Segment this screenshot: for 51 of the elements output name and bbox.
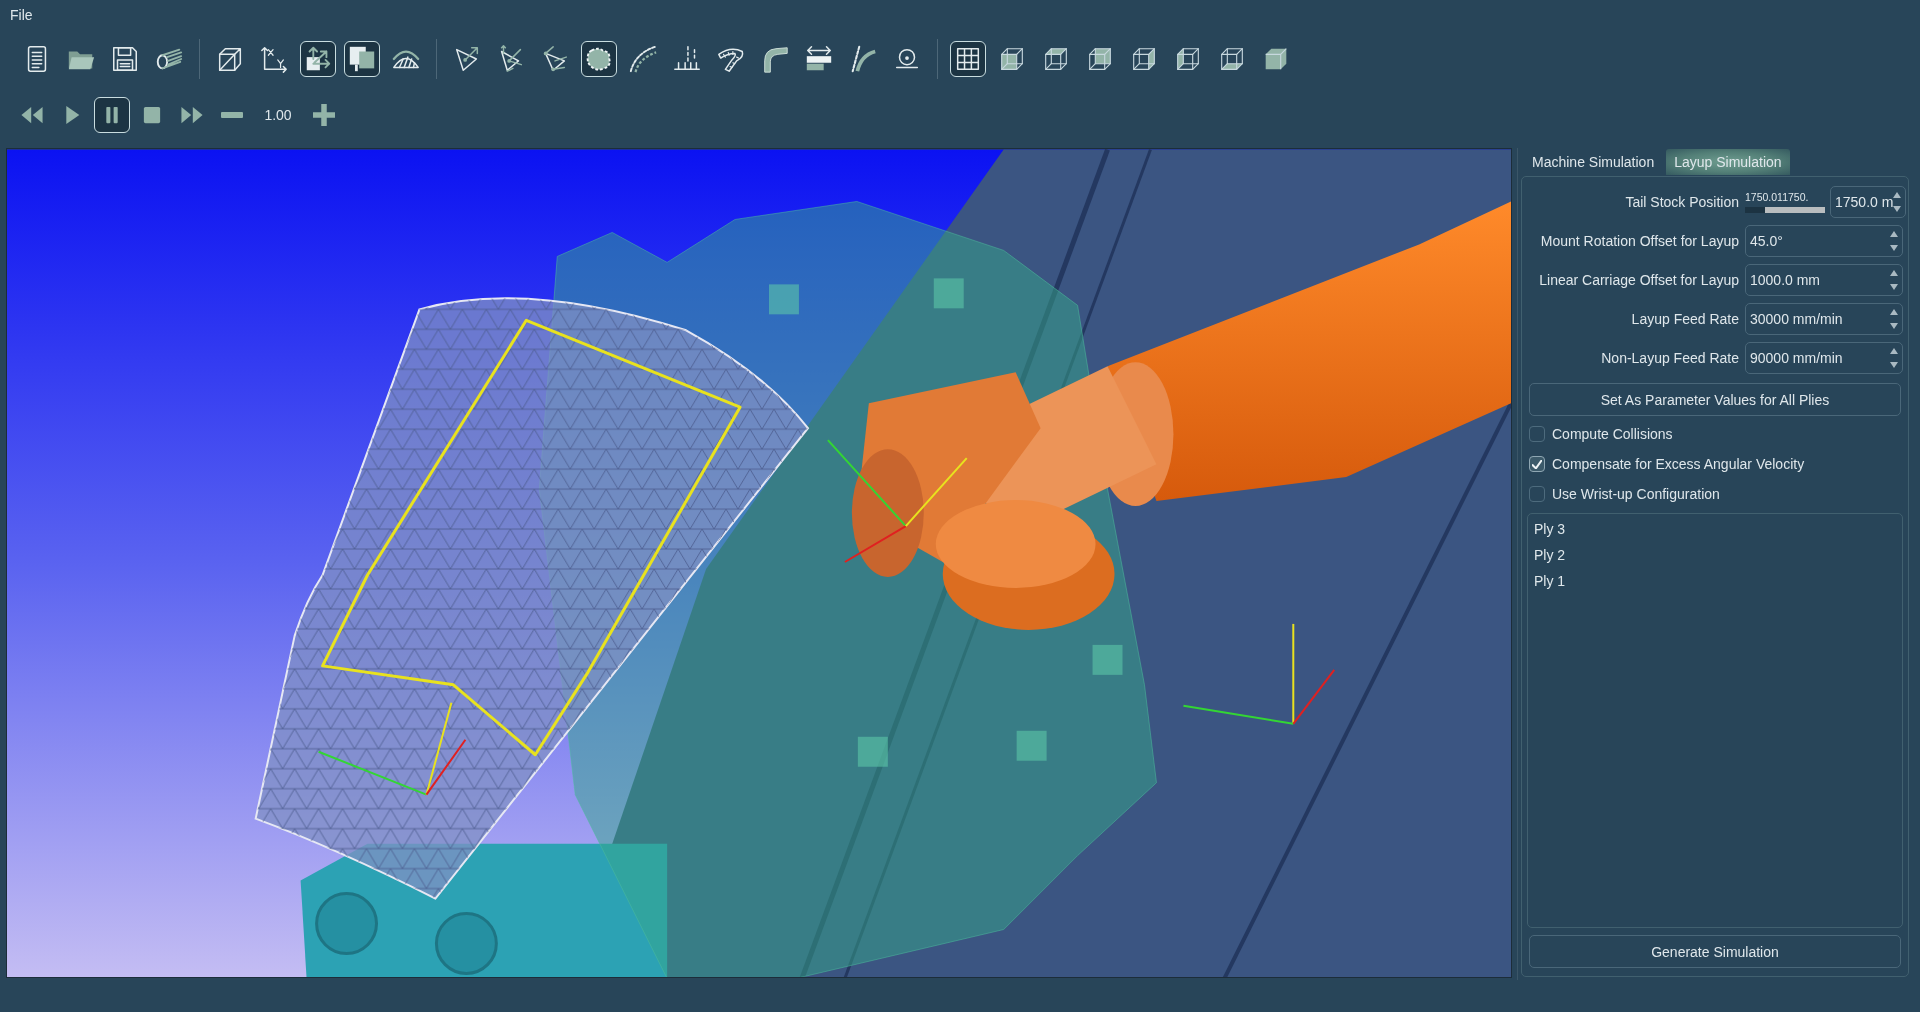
spin-arrows-icon [1890,348,1898,368]
generate-button[interactable]: Generate Simulation [1529,935,1901,968]
field-label: Tail Stock Position [1625,194,1739,210]
checkmark-icon [1532,459,1542,469]
tab[interactable]: Machine Simulation [1524,149,1663,175]
mounting-block [857,736,888,767]
plus-icon [313,104,335,126]
list-item[interactable]: Ply 2 [1528,542,1902,568]
checkbox[interactable] [1529,456,1545,472]
pause-button[interactable] [94,97,130,133]
layers-icon [347,44,377,74]
checkbox[interactable] [1529,486,1545,502]
minus-icon [221,112,243,118]
base-knob [434,912,498,975]
slider-range-text: 1750.011750. [1745,191,1810,204]
mounting-block [1016,730,1047,761]
spin-arrows-icon [1890,309,1898,329]
mounting-block [933,278,964,309]
grid-button[interactable] [950,41,986,77]
base-knob [315,892,378,955]
field-label: Non-Layup Feed Rate [1601,350,1739,366]
axes-icon [259,44,289,74]
speed-value: 1.00 [263,107,293,123]
checkbox-label: Use Wrist-up Configuration [1552,486,1720,502]
set-all-button[interactable]: Set As Parameter Values for All Plies [1529,383,1901,416]
move-axes-button[interactable] [300,41,336,77]
checkbox-label: Compensate for Excess Angular Velocity [1552,456,1805,472]
slider-track[interactable] [1745,207,1825,213]
spin-arrows-icon [1890,270,1898,290]
checkbox-label: Compute Collisions [1552,426,1673,442]
field-label: Layup Feed Rate [1631,311,1739,327]
mounting-block [769,284,799,315]
spin-arrows-icon [1890,231,1898,251]
spin-field[interactable]: 1000.0 mm [1745,264,1903,296]
field-label: Linear Carriage Offset for Layup [1539,272,1739,288]
menu-item[interactable]: File [4,5,39,25]
layers-button[interactable] [344,41,380,77]
spin-field[interactable]: 30000 mm/min [1745,303,1903,335]
list-item[interactable]: Ply 1 [1528,568,1902,594]
spin-field[interactable]: 90000 mm/min [1745,342,1903,374]
mounting-block [1092,644,1123,675]
spin-arrows-icon [1893,192,1902,212]
save-icon [110,44,140,74]
checkbox[interactable] [1529,426,1545,442]
list-item[interactable]: Ply 3 [1528,516,1902,542]
dashed-arcs-icon [628,44,658,74]
dotted-blob-button[interactable] [581,41,617,77]
field-label: Mount Rotation Offset for Layup [1540,233,1739,249]
spin-field[interactable]: 45.0° [1745,225,1903,257]
3d-viewport[interactable] [6,148,1512,978]
spin-field[interactable]: 1750.0 m [1830,186,1907,218]
